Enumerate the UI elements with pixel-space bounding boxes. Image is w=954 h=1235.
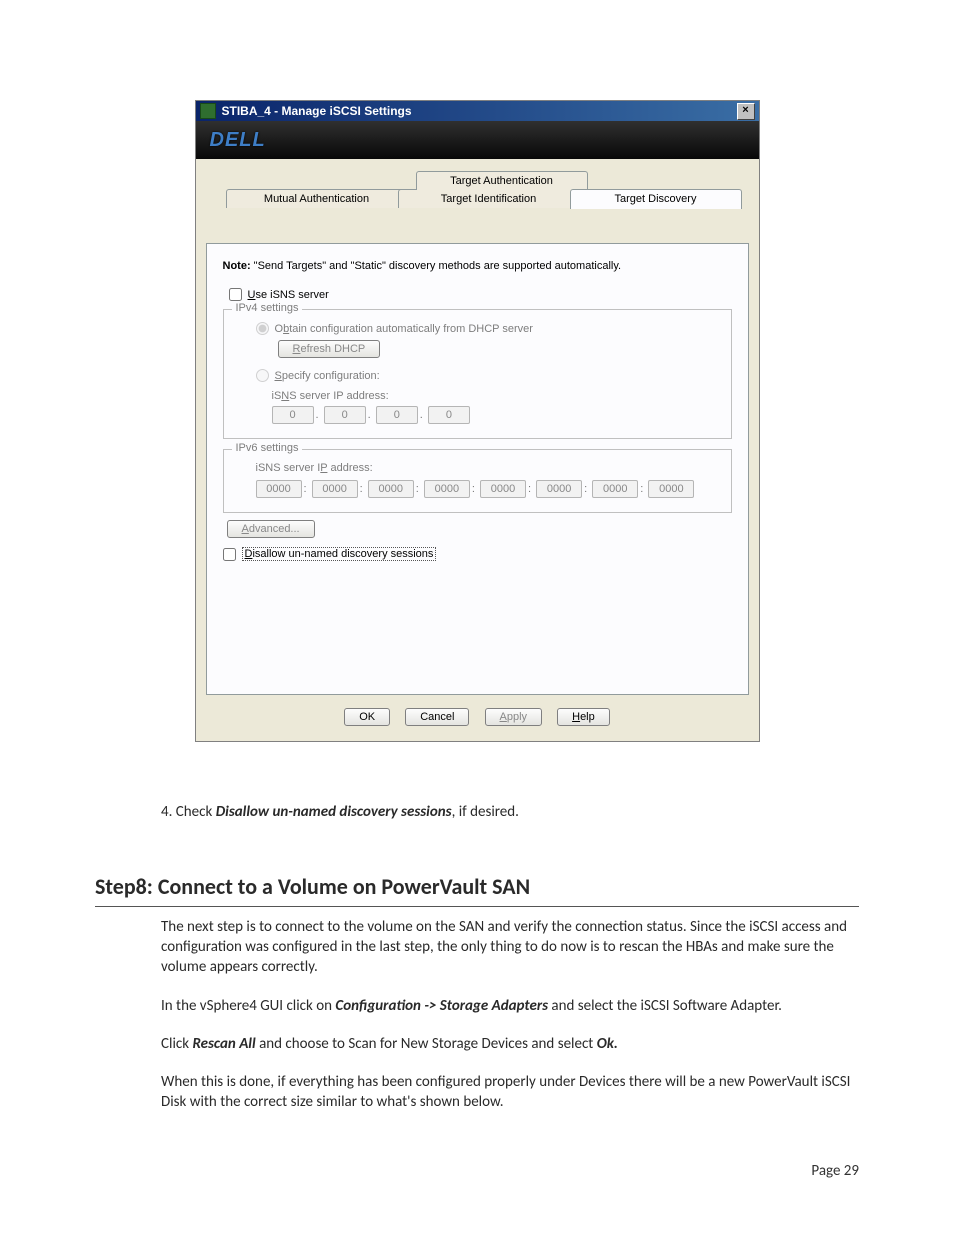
paragraph-2: In the vSphere4 GUI click on Configurati… — [161, 996, 859, 1016]
use-isns-checkbox[interactable] — [229, 288, 242, 301]
specify-radio-row[interactable]: Specify configuration: — [256, 369, 717, 382]
app-icon — [200, 103, 216, 119]
isns-ipv6-label: iSNS server IP address: — [256, 462, 717, 474]
window-titlebar: STIBA_4 - Manage iSCSI Settings × — [196, 101, 759, 121]
p2-b: and select the iSCSI Software Adapter. — [548, 997, 782, 1015]
brand-bar: DELL — [196, 121, 759, 159]
window-title: STIBA_4 - Manage iSCSI Settings — [222, 104, 737, 118]
tab-label: Target Identification — [441, 193, 536, 205]
ipv6-group-2[interactable]: 0000 — [368, 480, 414, 498]
tab-label: Target Authentication — [450, 175, 553, 187]
disallow-label: Disallow un-named discovery sessions — [242, 547, 437, 561]
tab-target-discovery[interactable]: Target Discovery — [570, 189, 742, 209]
step-4-text: 4. Check Disallow un-named discovery ses… — [161, 802, 859, 822]
p3-a: Click — [161, 1035, 192, 1053]
specify-radio-label: Specify configuration: — [275, 370, 380, 382]
ipv6-group-6[interactable]: 0000 — [592, 480, 638, 498]
paragraph-4: When this is done, if everything has bee… — [161, 1072, 859, 1113]
ipv4-octet-3[interactable]: 0 — [428, 406, 470, 424]
tabs-area: Target Authentication Mutual Authenticat… — [206, 171, 749, 207]
ipv4-octet-1[interactable]: 0 — [324, 406, 366, 424]
p3-bi1: Rescan All — [192, 1035, 255, 1053]
colon-icon: : — [304, 483, 307, 495]
dell-logo: DELL — [210, 129, 266, 152]
ipv4-octet-2[interactable]: 0 — [376, 406, 418, 424]
help-button[interactable]: Help — [557, 708, 610, 726]
p3-bi2: Ok. — [597, 1035, 618, 1053]
document-body: 4. Check Disallow un-named discovery ses… — [95, 802, 859, 1113]
ipv6-legend: IPv6 settings — [232, 442, 303, 454]
section-heading-step8: Step8: Connect to a Volume on PowerVault… — [95, 872, 859, 907]
specify-radio[interactable] — [256, 369, 269, 382]
dhcp-radio[interactable] — [256, 322, 269, 335]
apply-button[interactable]: Apply — [485, 708, 543, 726]
p3-b: and choose to Scan for New Storage Devic… — [256, 1035, 597, 1053]
note-text: "Send Targets" and "Static" discovery me… — [251, 260, 621, 272]
colon-icon: : — [584, 483, 587, 495]
ipv6-group-7[interactable]: 0000 — [648, 480, 694, 498]
dot-icon: . — [316, 409, 319, 421]
dialog-screenshot: STIBA_4 - Manage iSCSI Settings × DELL T… — [195, 100, 760, 742]
tab-label: Mutual Authentication — [264, 193, 369, 205]
note-line: Note: "Send Targets" and "Static" discov… — [223, 260, 732, 272]
ok-button[interactable]: OK — [344, 708, 390, 726]
ipv4-octet-0[interactable]: 0 — [272, 406, 314, 424]
ipv4-legend: IPv4 settings — [232, 302, 303, 314]
step4-suffix: , if desired. — [452, 803, 519, 821]
refresh-dhcp-button[interactable]: Refresh DHCP — [278, 340, 381, 358]
dhcp-radio-label: Obtain configuration automatically from … — [275, 323, 533, 335]
ipv6-group-3[interactable]: 0000 — [424, 480, 470, 498]
cancel-button[interactable]: Cancel — [405, 708, 469, 726]
p2-a: In the vSphere4 GUI click on — [161, 997, 335, 1015]
close-icon[interactable]: × — [737, 103, 755, 120]
dot-icon: . — [368, 409, 371, 421]
ipv6-group-0[interactable]: 0000 — [256, 480, 302, 498]
dot-icon: . — [420, 409, 423, 421]
ipv6-group-5[interactable]: 0000 — [536, 480, 582, 498]
tab-panel-discovery: Note: "Send Targets" and "Static" discov… — [206, 243, 749, 695]
iscsi-settings-dialog: STIBA_4 - Manage iSCSI Settings × DELL T… — [195, 100, 760, 742]
step4-bold: Disallow un-named discovery sessions — [216, 803, 452, 821]
advanced-button[interactable]: Advanced... — [227, 520, 315, 538]
document-page: STIBA_4 - Manage iSCSI Settings × DELL T… — [0, 0, 954, 1235]
ipv6-address-input[interactable]: 0000: 0000: 0000: 0000: 0000: 0000: 0000… — [256, 480, 717, 498]
ipv6-group-4[interactable]: 0000 — [480, 480, 526, 498]
note-label: Note: — [223, 260, 251, 272]
page-number: Page 29 — [811, 1162, 859, 1180]
ipv4-settings-group: IPv4 settings Obtain configuration autom… — [223, 309, 732, 439]
isns-ipv4-label: iSNS server IP address: — [272, 390, 717, 402]
colon-icon: : — [360, 483, 363, 495]
tab-target-identification[interactable]: Target Identification — [398, 189, 580, 208]
tab-mutual-authentication[interactable]: Mutual Authentication — [226, 189, 408, 208]
ipv4-address-input[interactable]: 0. 0. 0. 0 — [272, 406, 717, 424]
disallow-checkbox-row[interactable]: Disallow un-named discovery sessions — [223, 547, 732, 561]
ipv6-group-1[interactable]: 0000 — [312, 480, 358, 498]
colon-icon: : — [528, 483, 531, 495]
disallow-checkbox[interactable] — [223, 548, 236, 561]
step4-prefix: 4. Check — [161, 803, 216, 821]
colon-icon: : — [416, 483, 419, 495]
paragraph-3: Click Rescan All and choose to Scan for … — [161, 1034, 859, 1054]
dhcp-radio-row[interactable]: Obtain configuration automatically from … — [256, 322, 717, 335]
use-isns-label: Use iSNS server — [248, 289, 329, 301]
tab-target-authentication[interactable]: Target Authentication — [416, 171, 588, 190]
ipv6-settings-group: IPv6 settings iSNS server IP address: 00… — [223, 449, 732, 513]
paragraph-1: The next step is to connect to the volum… — [161, 917, 859, 978]
use-isns-checkbox-row[interactable]: Use iSNS server — [229, 288, 732, 301]
colon-icon: : — [640, 483, 643, 495]
colon-icon: : — [472, 483, 475, 495]
dialog-button-row: OK Cancel Apply Help — [196, 695, 759, 741]
tab-label: Target Discovery — [615, 193, 697, 205]
p2-bi: Configuration -> Storage Adapters — [335, 997, 548, 1015]
